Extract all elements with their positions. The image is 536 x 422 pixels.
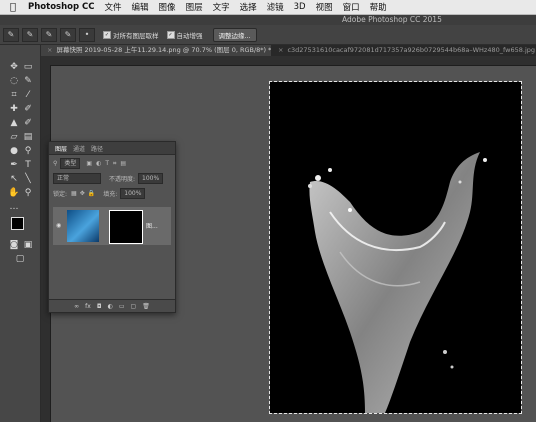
eraser-tool-icon[interactable]: ▱ (8, 131, 20, 143)
panel-footer: ∞ fx ◘ ◐ ▭ ▢ 🗑 (49, 299, 175, 312)
blend-row: 正常 不透明度: 100% (53, 172, 171, 185)
opacity-label: 不透明度: (109, 176, 136, 183)
menu-select[interactable]: 选择 (240, 1, 257, 13)
menu-help[interactable]: 帮助 (370, 1, 387, 13)
menu-view[interactable]: 视图 (316, 1, 333, 13)
layer-row[interactable]: ◉ 图... (53, 207, 171, 245)
line-tool-icon[interactable]: ╲ (22, 173, 34, 185)
delete-layer-icon[interactable]: 🗑 (142, 303, 150, 310)
menu-app[interactable]: Photoshop CC (28, 2, 95, 12)
menu-window[interactable]: 窗口 (343, 1, 360, 13)
marquee-tool-icon[interactable]: ▭ (22, 61, 34, 73)
new-selection-icon[interactable]: ✎ (22, 27, 38, 42)
subtract-selection-icon[interactable]: ✎ (60, 27, 76, 42)
add-selection-icon[interactable]: ✎ (41, 27, 57, 42)
visibility-eye-icon[interactable]: ◉ (56, 222, 61, 229)
horizontal-ruler (41, 56, 536, 66)
document-tab-1[interactable]: × 屏幕快照 2019-05-28 上午11.29.14.png @ 70.7% … (41, 45, 271, 56)
crop-tool-icon[interactable]: ⌗ (8, 89, 20, 101)
menu-layer[interactable]: 图层 (186, 1, 203, 13)
sample-all-layers-checkbox[interactable]: ✓ 对所有图层取样 (103, 30, 159, 40)
tools-panel: ✥ ▭ ◌ ✎ ⌗ ⁄ ✚ ✐ ▲ ✐ ▱ ▤ ● ⚲ ✒ T ↖ ╲ ✋ ⚲ … (0, 45, 41, 422)
close-icon[interactable]: × (47, 46, 52, 54)
layer-name[interactable]: 图... (146, 221, 158, 230)
type-tool-icon[interactable]: T (22, 159, 34, 171)
title-bar: Adobe Photoshop CC 2015 (0, 15, 536, 25)
filter-adjustment-icon[interactable]: ◐ (96, 160, 101, 167)
lock-label: 锁定: (53, 191, 68, 198)
menu-image[interactable]: 图像 (159, 1, 176, 13)
new-group-icon[interactable]: ▭ (119, 303, 125, 310)
brush-size-icon[interactable]: • (79, 27, 95, 42)
stamp-tool-icon[interactable]: ▲ (8, 117, 20, 129)
layer-thumbnail (67, 210, 99, 242)
tab-channels[interactable]: 通道 (73, 144, 85, 153)
quick-selection-tool-icon[interactable]: ✎ (22, 75, 34, 87)
filter-smart-icon[interactable]: ▤ (120, 160, 126, 167)
document-tabs: × 屏幕快照 2019-05-28 上午11.29.14.png @ 70.7% … (41, 45, 536, 56)
tool-preset-icon[interactable]: ✎ (3, 27, 19, 42)
zoom-tool-icon[interactable]: ⚲ (22, 187, 34, 199)
panel-tabs: 图层 通道 路径 (49, 142, 175, 155)
filter-type-icon[interactable]: T (105, 160, 109, 167)
blend-mode-select[interactable]: 正常 (53, 173, 101, 184)
quick-mask-icon[interactable]: ◙ (8, 239, 20, 251)
screen-mode-icon[interactable]: ▣ (22, 239, 34, 251)
opacity-input[interactable]: 100% (138, 173, 164, 184)
filter-row: ⚲ 类型 ▣ ◐ T ⌗ ▤ (53, 157, 171, 170)
path-selection-tool-icon[interactable]: ↖ (8, 173, 20, 185)
search-icon: ⚲ (53, 160, 58, 167)
auto-enhance-checkbox[interactable]: ✓ 自动增强 (166, 30, 203, 40)
lock-pixels-icon[interactable]: ▦ (71, 190, 77, 197)
lock-all-icon[interactable]: 🔒 (88, 190, 95, 197)
dodge-tool-icon[interactable]: ⚲ (22, 145, 34, 157)
refine-edge-button[interactable]: 调整边缘... (212, 27, 257, 42)
link-layers-icon[interactable]: ∞ (74, 303, 79, 310)
layers-panel: 图层 通道 路径 ⚲ 类型 ▣ ◐ T ⌗ ▤ 正常 不透明度: 100% 锁定… (48, 141, 176, 313)
move-tool-icon[interactable]: ✥ (8, 61, 20, 73)
pen-tool-icon[interactable]: ✒ (8, 159, 20, 171)
eyedropper-tool-icon[interactable]: ⁄ (22, 89, 34, 101)
document-image[interactable] (269, 81, 522, 414)
new-layer-icon[interactable]: ▢ (131, 303, 137, 310)
fill-label: 填充: (103, 191, 118, 198)
foreground-color-swatch[interactable] (11, 217, 24, 230)
menu-bar:  Photoshop CC 文件 编辑 图像 图层 文字 选择 滤镜 3D 视… (0, 0, 536, 15)
layer-style-icon[interactable]: fx (85, 303, 91, 310)
add-mask-icon[interactable]: ◘ (97, 303, 102, 310)
fill-input[interactable]: 100% (120, 188, 146, 199)
menu-3d[interactable]: 3D (294, 2, 306, 12)
checkbox-icon: ✓ (166, 30, 175, 39)
filter-shape-icon[interactable]: ⌗ (113, 160, 116, 168)
window-title: Adobe Photoshop CC 2015 (342, 15, 442, 24)
artboard-icon[interactable]: ▢ (14, 253, 26, 265)
menu-filter[interactable]: 滤镜 (267, 1, 284, 13)
options-bar: ✎ ✎ ✎ ✎ • ✓ 对所有图层取样 ✓ 自动增强 调整边缘... (0, 25, 536, 45)
layer-mask-thumbnail[interactable] (109, 210, 143, 244)
menu-edit[interactable]: 编辑 (132, 1, 149, 13)
checkbox-icon: ✓ (103, 30, 111, 39)
hand-tool-icon[interactable]: ✋ (8, 187, 20, 199)
tab-paths[interactable]: 路径 (91, 144, 103, 153)
adjustment-layer-icon[interactable]: ◐ (108, 303, 113, 310)
water-splash-image (308, 152, 487, 413)
healing-tool-icon[interactable]: ✚ (8, 103, 20, 115)
document-tab-2[interactable]: × c3d27531610cacaf972081d717357a926b07295… (272, 45, 536, 56)
lasso-tool-icon[interactable]: ◌ (8, 75, 20, 87)
history-brush-icon[interactable]: ✐ (22, 117, 34, 129)
lock-position-icon[interactable]: ✥ (80, 190, 85, 197)
brush-tool-icon[interactable]: ✐ (22, 103, 34, 115)
apple-icon[interactable]:  (10, 2, 16, 13)
lock-row: 锁定: ▦ ✥ 🔒 填充: 100% (53, 187, 171, 200)
close-icon[interactable]: × (278, 46, 283, 54)
blur-tool-icon[interactable]: ● (8, 145, 20, 157)
filter-pixel-icon[interactable]: ▣ (86, 160, 92, 167)
gradient-tool-icon[interactable]: ▤ (22, 131, 34, 143)
tab-layers[interactable]: 图层 (55, 144, 67, 153)
more-tools-icon[interactable]: … (8, 201, 20, 213)
menu-type[interactable]: 文字 (213, 1, 230, 13)
menu-file[interactable]: 文件 (105, 1, 122, 13)
filter-type-select[interactable]: 类型 (60, 158, 81, 169)
